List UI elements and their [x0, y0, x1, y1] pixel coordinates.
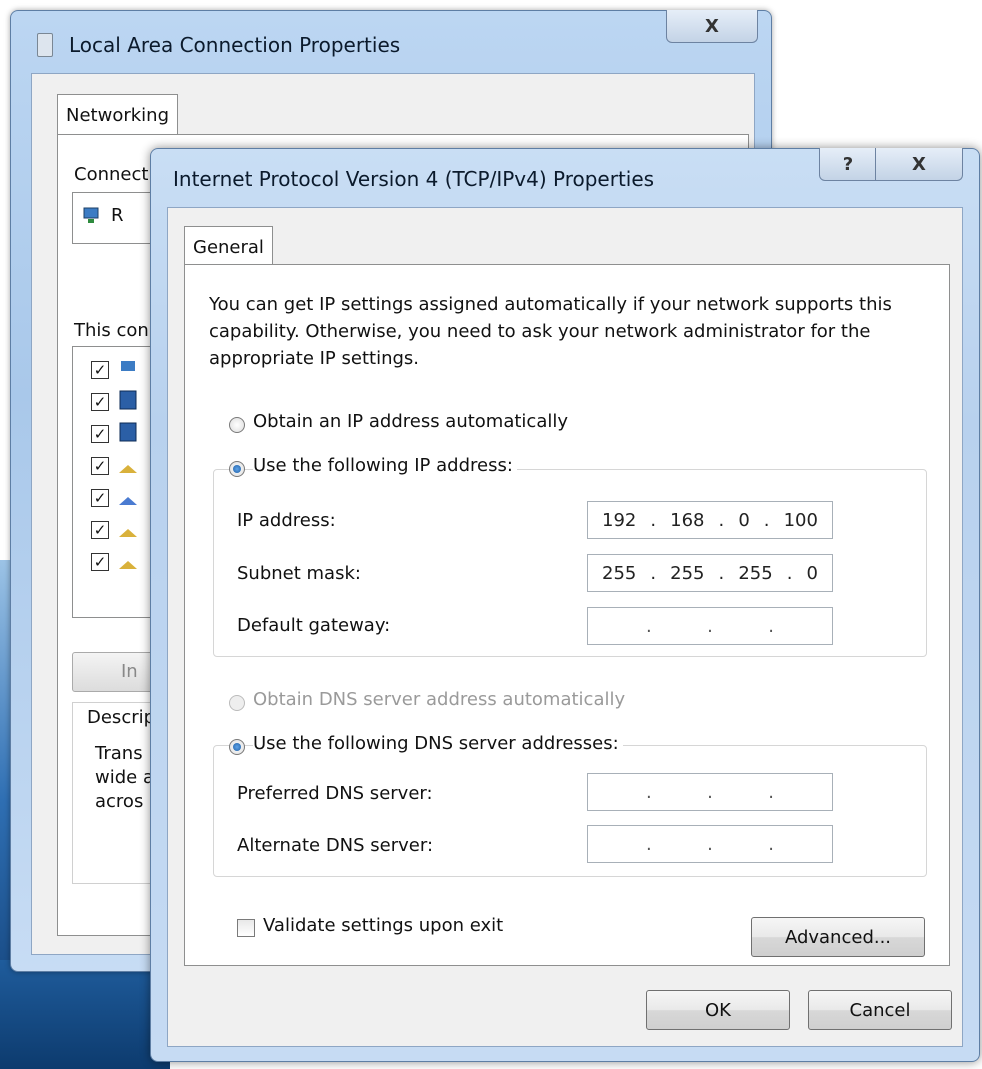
octet: 0	[806, 562, 818, 584]
octet: 192	[602, 509, 637, 531]
obtain-dns-auto-label[interactable]: Obtain DNS server address automatically	[253, 689, 630, 710]
preferred-dns-input[interactable]: ...	[587, 773, 833, 811]
network-adapter-icon	[37, 33, 53, 57]
dialog-client-area: General You can get IP settings assigned…	[167, 207, 963, 1047]
octet: 168	[670, 509, 705, 531]
description-line: Trans	[95, 743, 143, 764]
dialog-title: Internet Protocol Version 4 (TCP/IPv4) P…	[173, 167, 655, 191]
octet: 255	[602, 562, 637, 584]
service-icon	[119, 390, 137, 410]
octet: 0	[738, 509, 750, 531]
ok-button[interactable]: OK	[646, 990, 790, 1030]
component-checkbox[interactable]: ✓	[91, 393, 109, 411]
window-title: Local Area Connection Properties	[69, 33, 401, 57]
client-icon	[121, 361, 135, 371]
preferred-dns-label: Preferred DNS server:	[237, 783, 433, 804]
component-checkbox[interactable]: ✓	[91, 361, 109, 379]
cancel-button[interactable]: Cancel	[808, 990, 952, 1030]
validate-label[interactable]: Validate settings upon exit	[263, 915, 503, 936]
alternate-dns-input[interactable]: ...	[587, 825, 833, 863]
desktop-background-lower	[0, 960, 170, 1069]
tab-general[interactable]: General	[184, 226, 273, 267]
component-checkbox[interactable]: ✓	[91, 457, 109, 475]
protocol-icon	[119, 561, 137, 569]
octet: 255	[738, 562, 773, 584]
use-following-ip-radio[interactable]	[229, 461, 245, 477]
adapter-icon	[83, 207, 99, 223]
protocol-icon	[119, 529, 137, 537]
description-label: Descrip	[87, 707, 156, 728]
use-following-dns-label[interactable]: Use the following DNS server addresses:	[253, 733, 623, 754]
octet: 255	[670, 562, 705, 584]
use-following-dns-radio[interactable]	[229, 739, 245, 755]
install-label: In	[121, 661, 138, 682]
close-button[interactable]: X	[666, 10, 758, 43]
advanced-button[interactable]: Advanced...	[751, 917, 925, 957]
obtain-dns-auto-radio[interactable]	[229, 695, 245, 711]
validate-checkbox[interactable]	[237, 919, 255, 937]
component-checkbox[interactable]: ✓	[91, 489, 109, 507]
intro-text: You can get IP settings assigned automat…	[209, 294, 892, 369]
ip-address-label: IP address:	[237, 510, 336, 531]
protocol-icon	[119, 465, 137, 473]
general-panel: You can get IP settings assigned automat…	[184, 264, 950, 966]
close-button[interactable]: X	[875, 148, 963, 181]
default-gateway-input[interactable]: ...	[587, 607, 833, 645]
connect-using-label: Connect	[74, 164, 149, 185]
protocol-icon	[119, 497, 137, 505]
tab-networking[interactable]: Networking	[57, 94, 178, 135]
default-gateway-label: Default gateway:	[237, 615, 391, 636]
component-checkbox[interactable]: ✓	[91, 425, 109, 443]
subnet-mask-label: Subnet mask:	[237, 563, 361, 584]
component-checkbox[interactable]: ✓	[91, 521, 109, 539]
obtain-ip-auto-label[interactable]: Obtain an IP address automatically	[253, 411, 573, 432]
items-label: This con	[74, 320, 149, 341]
component-checkbox[interactable]: ✓	[91, 553, 109, 571]
alternate-dns-label: Alternate DNS server:	[237, 835, 434, 856]
description-line: wide a	[95, 767, 154, 788]
use-following-ip-label[interactable]: Use the following IP address:	[253, 455, 517, 476]
help-button[interactable]: ?	[819, 148, 877, 181]
service-icon	[119, 422, 137, 442]
subnet-mask-input[interactable]: 255. 255. 255. 0	[587, 554, 833, 592]
description-line: acros	[95, 791, 144, 812]
ip-address-input[interactable]: 192. 168. 0. 100	[587, 501, 833, 539]
adapter-name: R	[111, 205, 124, 226]
octet: 100	[783, 509, 818, 531]
ipv4-properties-dialog: Internet Protocol Version 4 (TCP/IPv4) P…	[150, 148, 980, 1062]
obtain-ip-auto-radio[interactable]	[229, 417, 245, 433]
